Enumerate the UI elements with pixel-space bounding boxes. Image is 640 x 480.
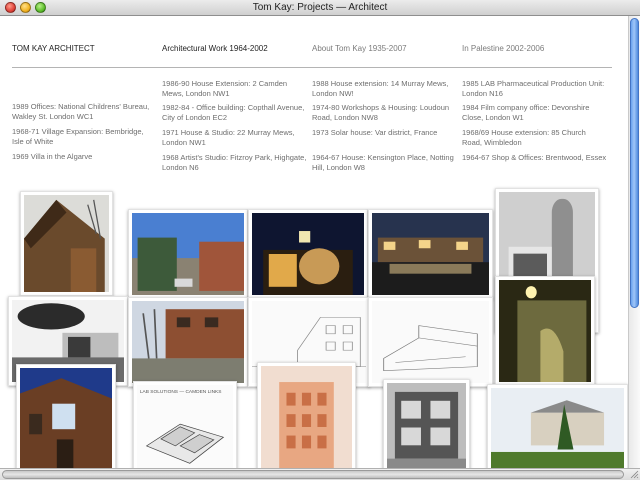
project-photo-facade-elevation[interactable]: [257, 362, 356, 468]
project-photo-mews-street[interactable]: [128, 209, 248, 299]
project-link[interactable]: 1968-71 Village Expansion: Bembridge, Is…: [12, 127, 157, 146]
project-photo-brick-facade[interactable]: [16, 364, 116, 468]
project-photo-bay-windows[interactable]: [383, 379, 470, 468]
nav-palestine-link[interactable]: In Palestine 2002-2006: [462, 44, 544, 54]
drawing-caption: LAB SOLUTIONS — CAMDEN LINKS: [140, 389, 222, 394]
project-link[interactable]: 1986-90 House Extension: 2 Camden Mews, …: [162, 79, 307, 98]
project-link[interactable]: 1982-84 - Office building: Copthall Aven…: [162, 103, 307, 122]
project-photo-garden-extension[interactable]: [487, 384, 628, 468]
project-link[interactable]: 1964-67 Shop & Offices: Brentwood, Essex: [462, 153, 607, 163]
nav-about-link[interactable]: About Tom Kay 1935-2007: [312, 44, 407, 54]
project-link[interactable]: 1984 Film company office: Devonshire Clo…: [462, 103, 607, 122]
project-photo-axonometric-plan[interactable]: LAB SOLUTIONS — CAMDEN LINKS: [133, 381, 237, 468]
project-photo-night-studio[interactable]: [248, 209, 368, 299]
header-divider: [12, 67, 612, 68]
project-link[interactable]: 1974-80 Workshops & Housing: Loudoun Roa…: [312, 103, 457, 122]
project-link[interactable]: 1971 House & Studio: 22 Murray Mews, Lon…: [162, 128, 307, 147]
window-title-bar: Tom Kay: Projects — Architect: [0, 0, 640, 16]
project-link[interactable]: 1988 House extension: 14 Murray Mews, Lo…: [312, 79, 457, 98]
project-link[interactable]: 1985 LAB Pharmaceutical Production Unit:…: [462, 79, 607, 98]
page-content: TOM KAY ARCHITECT Architectural Work 196…: [0, 16, 628, 468]
resize-grip-icon[interactable]: [629, 469, 639, 479]
project-photo-brick-house[interactable]: [20, 191, 113, 296]
window-title: Tom Kay: Projects — Architect: [252, 2, 388, 13]
vertical-scroll-thumb[interactable]: [630, 18, 639, 308]
project-photo-interior-lamp[interactable]: [495, 276, 595, 386]
project-photo-housing-dusk[interactable]: [368, 209, 493, 299]
nav-architectural-work-link[interactable]: Architectural Work 1964-2002: [162, 44, 268, 54]
project-photo-perspective-sketch[interactable]: [368, 297, 493, 387]
project-photo-brick-terrace[interactable]: [128, 297, 248, 387]
nav-home-link[interactable]: TOM KAY ARCHITECT: [12, 44, 95, 54]
project-link[interactable]: 1964-67 House: Kensington Place, Notting…: [312, 153, 457, 172]
vertical-scrollbar[interactable]: [628, 16, 640, 468]
horizontal-scroll-thumb[interactable]: [2, 470, 624, 479]
horizontal-scrollbar[interactable]: [0, 468, 640, 480]
project-link[interactable]: 1968 Artist's Studio: Fitzroy Park, High…: [162, 153, 307, 172]
project-link[interactable]: 1968/69 House extension: 85 Church Road,…: [462, 128, 607, 147]
project-link[interactable]: 1989 Offices: National Childrens' Bureau…: [12, 102, 157, 121]
project-link[interactable]: 1969 Villa in the Algarve: [12, 152, 157, 162]
project-link[interactable]: 1973 Solar house: Var district, France: [312, 128, 457, 138]
